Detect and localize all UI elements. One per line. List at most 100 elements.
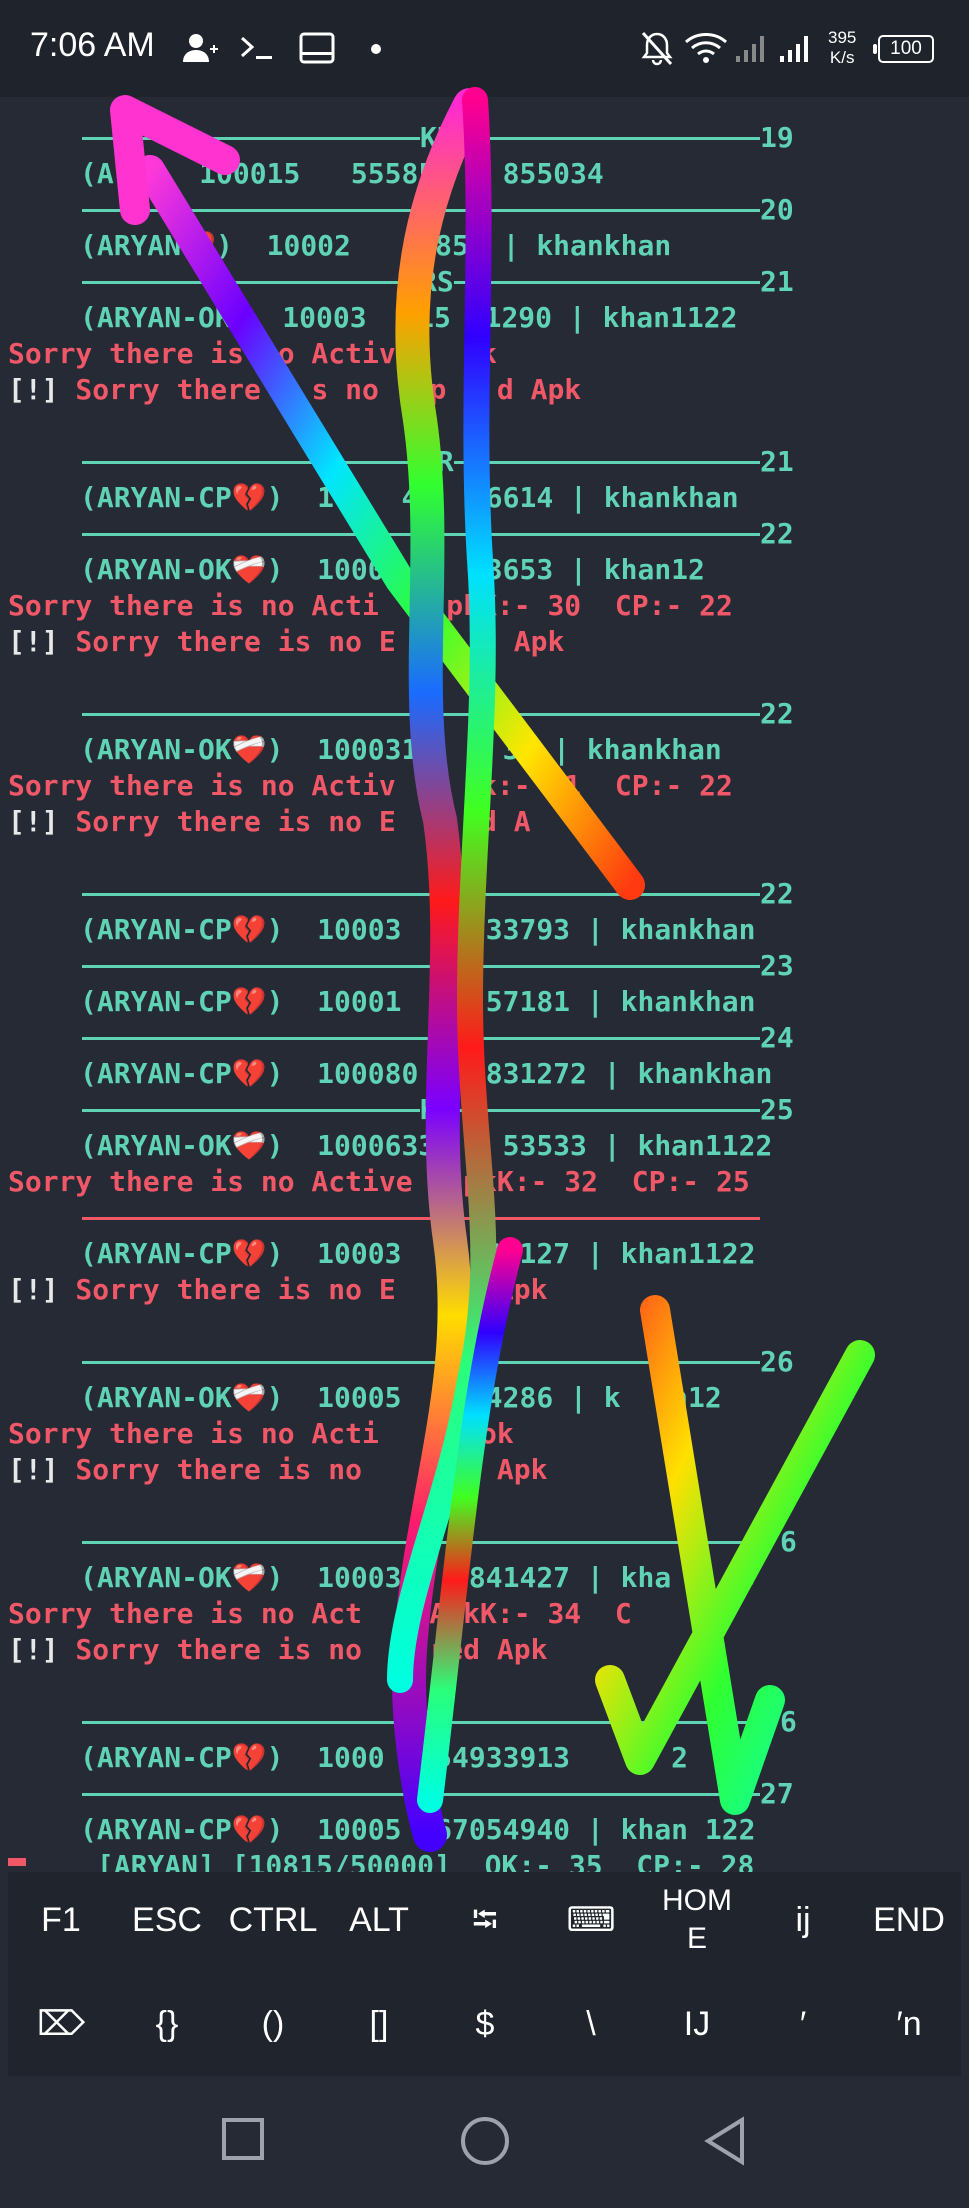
separator-rule [82,1361,762,1364]
alt-key[interactable]: ALT [326,1872,432,1968]
screen-icon [299,32,335,64]
broken-heart-icon: 💔 [231,913,267,946]
separator-label: K [420,516,437,552]
delete-key[interactable]: ⌦ [8,1976,114,2072]
warning-text: Sorry there is no E d Apk [58,625,565,658]
tab-key[interactable]: ⭾ [432,1872,538,1968]
network-speed: 395 K/s [828,28,856,68]
separator-count: 6 [780,1524,797,1560]
separator-rule [82,965,762,968]
warning-bracket: [!] [8,1453,59,1486]
status-line: Sorry there is no Act ApkK:- 34 C 26 [8,1597,733,1630]
status-line: Sorry there is no Acti pkK:- 30 CP:- 22 [8,589,733,622]
parens-key[interactable]: () [220,1976,326,2072]
warning-line: [!] Sorry there is no red Apk [8,1632,547,1668]
separator-rule [82,713,762,716]
result-tag: (ARYAN-OK [80,733,232,766]
result-tag: (ARYAN-CP [80,985,232,1018]
ctrl-key[interactable]: CTRL [220,1872,326,1968]
brackets-key[interactable]: [] [326,1976,432,2072]
terminal-cursor [8,1858,26,1866]
broken-heart-icon: 💔 [231,1741,267,1774]
result-tag: (ARYAN [80,229,182,262]
account-result-line: (ARYAN-CP💔) 10005 67054940 | khan 122 [80,1812,755,1848]
ij-key[interactable]: ij [750,1872,856,1968]
warning-bracket: [!] [8,805,59,838]
account-result-line: (ARYAN-OK❤️‍🩹) 10005 4286 | k n12 [80,1380,722,1416]
home-key[interactable]: HOM E [644,1872,750,1968]
account-result-line: (ARYAN-OK❤️‍🩹) 10003 841427 | kha 45 [80,1560,755,1596]
warning-line: [!] Sorry there is no ed Apk [8,1452,547,1488]
separator-count: 19 [760,120,794,156]
broken-heart-icon: ❤️‍🩹 [231,1381,267,1414]
warning-line: [!] Sorry there is no E Apk [8,1272,547,1308]
broken-heart-icon: 💔 [113,157,149,190]
braces-key[interactable]: {} [114,1976,220,2072]
prime-key[interactable]: ′ [750,1976,856,2072]
clock: 7:06 AM [30,26,155,64]
home-button[interactable] [458,2114,512,2168]
separator-count: 22 [760,516,794,552]
result-credentials: ) 10003 33793 | khankhan [266,913,756,946]
dollar-key[interactable]: $ [432,1976,538,2072]
warning-text: Sorry there is no ed Apk [58,1453,548,1486]
result-tag: (A [80,157,114,190]
separator-count: 23 [760,948,794,984]
status-bar: 7:06 AM 395 K/s 100 [0,0,969,97]
broken-heart-icon: ❤️‍🩹 [231,1129,267,1162]
end-key[interactable]: END [856,1872,962,1968]
account-result-line: (ARYAN-OK❤️‍🩹) 10004 3653 | khan12 [80,552,705,588]
separator-count: 21 [760,444,794,480]
prime-n-key[interactable]: ′n [856,1976,962,2072]
result-credentials: ) 1000633 53533 | khan1122 [266,1129,773,1162]
result-tag: (ARYAN-CP [80,1813,232,1846]
account-result-line: (A💔) 100015 555852 | 855034 [80,156,604,192]
warning-line: [!] Sorry there is no E d A [8,804,531,840]
separator-label: K [420,1092,437,1128]
terminal-output[interactable]: KR 19 (A💔) 100015 555852 | 855034 20 (ARYAN💔… [0,97,969,1882]
separator-rule [82,1037,762,1040]
result-tag: (ARYAN-OK [80,553,232,586]
result-tag: (ARYAN-OK [80,1561,232,1594]
warning-bracket: [!] [8,1633,59,1666]
f1-key[interactable]: F1 [8,1872,114,1968]
result-tag: (ARYAN-CP [80,1237,232,1270]
separator-count: 6 [780,1704,797,1740]
warning-bracket: [!] [8,625,59,658]
status-line: Sorry there is o Active k [8,337,497,370]
broken-heart-icon: 💔 [231,1057,267,1090]
warning-line: [!] Sorry there s no xp d Apk [8,372,581,408]
status-line: Sorry there is no Acti ok [8,1417,514,1450]
separator-label: S [420,1776,437,1812]
separator-rule [82,1217,760,1220]
separator-count: 22 [760,696,794,732]
esc-key[interactable]: ESC [114,1872,220,1968]
separator-rule [82,209,762,212]
broken-heart-icon: 💔 [231,1237,267,1270]
result-credentials: ) 10003 815 1290 | khan1122 [231,301,738,334]
warning-text: Sorry there is no E d A [58,805,531,838]
broken-heart-icon: ❤️‍🩹 [231,733,267,766]
broken-heart-icon: 💔 [181,229,217,262]
result-credentials: ) 10004 3653 | khan12 [266,553,705,586]
ij-upper-key[interactable]: IJ [644,1976,750,2072]
broken-heart-icon: ❤️‍🩹 [231,553,267,586]
keyboard-toggle-key[interactable]: ⌨ [538,1872,644,1968]
person-add-icon [183,34,218,62]
separator-count: 21 [760,264,794,300]
backslash-key[interactable]: \ [538,1976,644,2072]
result-credentials: ) 10003 841427 | kha 45 [266,1561,756,1594]
result-tag: (ARYAN-OK [80,1129,232,1162]
back-button[interactable] [702,2114,748,2168]
warning-text: Sorry there s no xp d Apk [58,373,582,406]
separator-count: 25 [760,1092,794,1128]
account-result-line: (ARYAN-CP💔) 10003 33793 | khankhan [80,912,755,948]
speed-value: 395 [828,28,857,47]
separator-label: S [420,1704,437,1740]
recents-button[interactable] [220,2114,266,2164]
separator-label: RS [420,264,454,300]
result-credentials: ) 10003 938127 | khan1122 [266,1237,756,1270]
speed-unit: K/s [829,48,855,67]
warning-text: Sorry there is no E Apk [58,1273,548,1306]
result-tag: (ARYAN-CP [80,1057,232,1090]
